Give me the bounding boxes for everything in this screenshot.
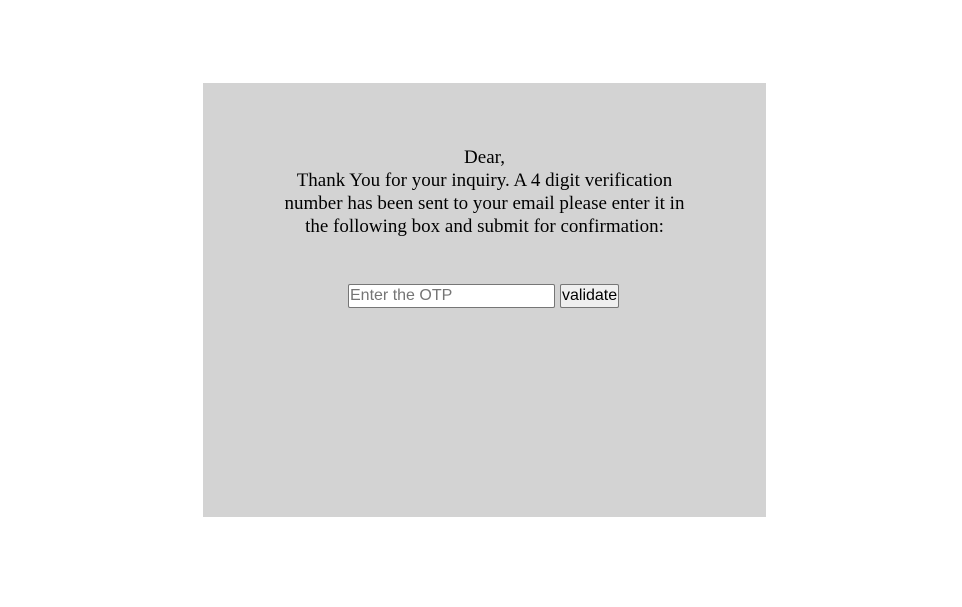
validate-button[interactable]: validate [560, 284, 620, 308]
greeting-text: Dear, [464, 147, 505, 168]
otp-form: validate [348, 284, 620, 308]
verification-panel: Dear, Thank You for your inquiry. A 4 di… [203, 83, 766, 517]
verification-message: Dear, Thank You for your inquiry. A 4 di… [203, 146, 766, 238]
otp-input[interactable] [348, 284, 555, 308]
instruction-text: Thank You for your inquiry. A 4 digit ve… [284, 170, 685, 237]
